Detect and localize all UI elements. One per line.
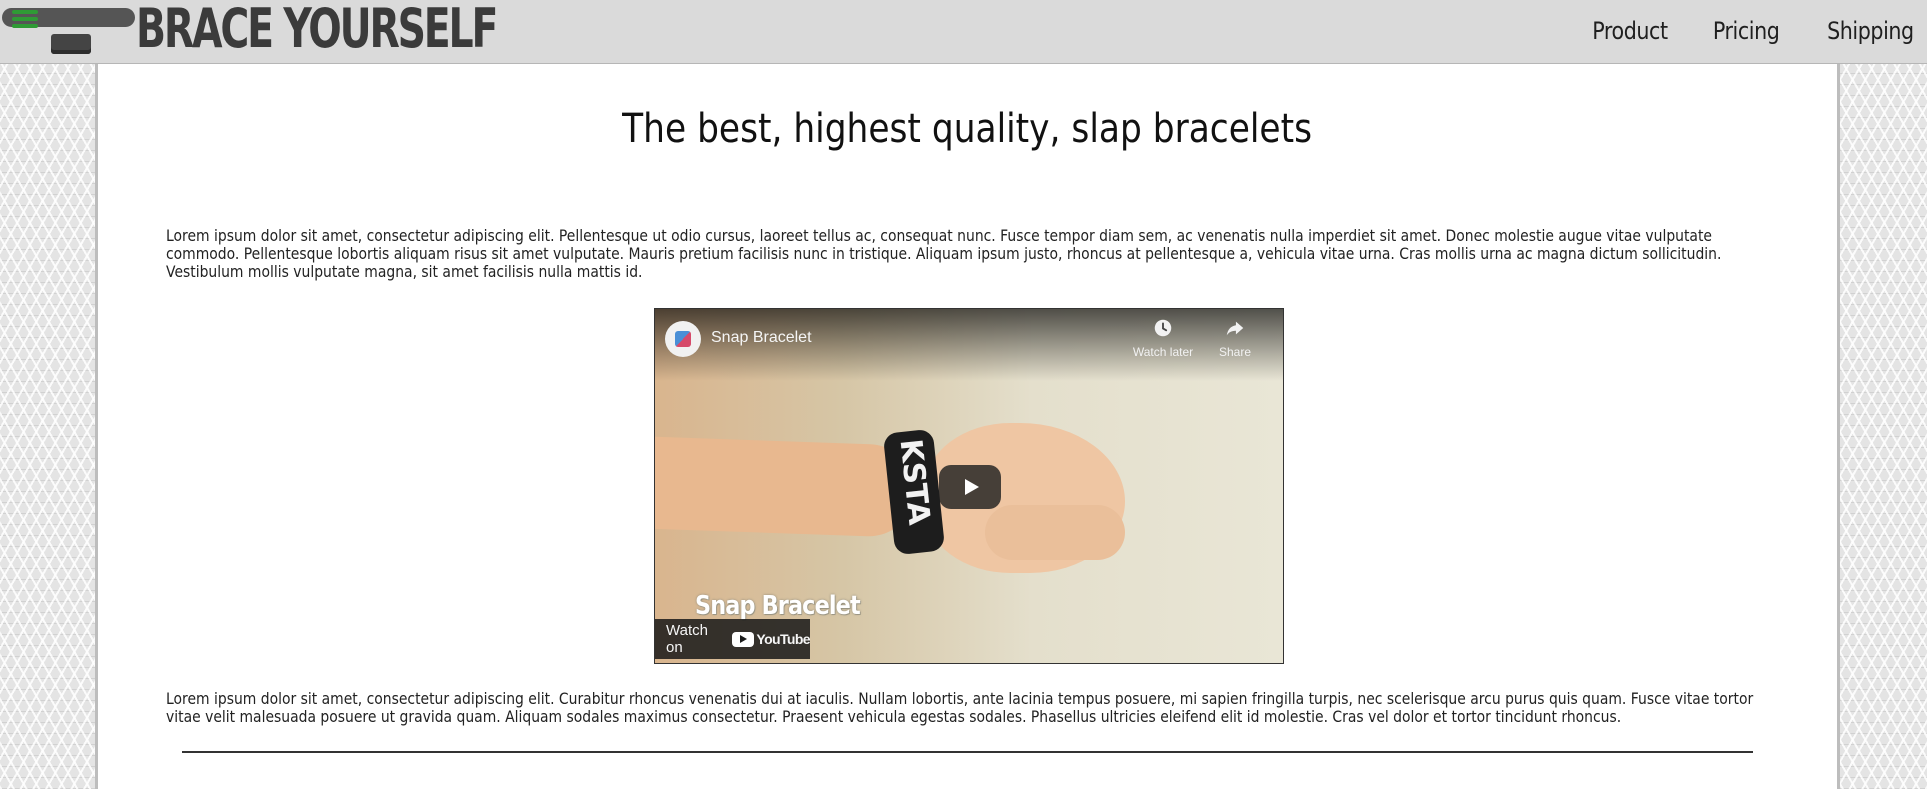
youtube-logo: YouTube (732, 631, 811, 647)
video-title[interactable]: Snap Bracelet (711, 329, 812, 347)
youtube-wordmark: YouTube (756, 631, 810, 647)
channel-avatar[interactable] (665, 321, 701, 357)
share-button[interactable]: Share (1195, 317, 1275, 359)
main-nav: Product Pricing Shipping (1546, 0, 1915, 62)
watch-on-label: Watch on (666, 622, 708, 656)
secondary-paragraph: Lorem ipsum dolor sit amet, consectetur … (166, 690, 1766, 726)
nav-link-shipping[interactable]: Shipping (1827, 17, 1914, 45)
youtube-embed[interactable]: KSTA Snap Bracelet Watch later Share Sna… (654, 308, 1284, 664)
share-arrow-icon (1226, 321, 1244, 336)
clock-icon (1154, 319, 1172, 337)
headline-text: The best, highest quality, slap bracelet… (622, 106, 1313, 152)
share-label: Share (1218, 345, 1252, 359)
thumbnail-arm (655, 436, 917, 538)
brand-logo-text[interactable]: BRACE YOURSELF (136, 0, 498, 61)
intro-paragraph: Lorem ipsum dolor sit amet, consectetur … (166, 227, 1766, 281)
logo-base (51, 34, 91, 54)
secondary-paragraph-text: Lorem ipsum dolor sit amet, consectetur … (166, 689, 1754, 726)
menu-line (12, 24, 38, 28)
hamburger-menu-icon[interactable] (12, 10, 38, 28)
intro-paragraph-text: Lorem ipsum dolor sit amet, consectetur … (166, 226, 1722, 281)
channel-logo-icon (675, 331, 691, 347)
thumbnail-fist (985, 505, 1125, 560)
bracelet-text: KSTA (892, 437, 937, 527)
nav-link-pricing[interactable]: Pricing (1713, 17, 1780, 45)
content-panel: The best, highest quality, slap bracelet… (95, 64, 1840, 789)
watch-later-label: Watch later (1132, 345, 1194, 359)
site-header: BRACE YOURSELF Product Pricing Shipping (0, 0, 1927, 64)
watch-on-youtube-button[interactable]: Watch on YouTube (655, 619, 811, 659)
thumbnail-overlay-title: Snap Bracelet (695, 591, 861, 621)
page-headline: The best, highest quality, slap bracelet… (98, 106, 1837, 152)
play-icon[interactable] (939, 465, 1001, 509)
watch-later-button[interactable]: Watch later (1123, 317, 1203, 359)
section-divider (182, 751, 1753, 753)
menu-line (12, 17, 38, 21)
youtube-play-icon (732, 631, 755, 647)
menu-line (12, 10, 38, 14)
nav-link-product[interactable]: Product (1593, 17, 1669, 45)
